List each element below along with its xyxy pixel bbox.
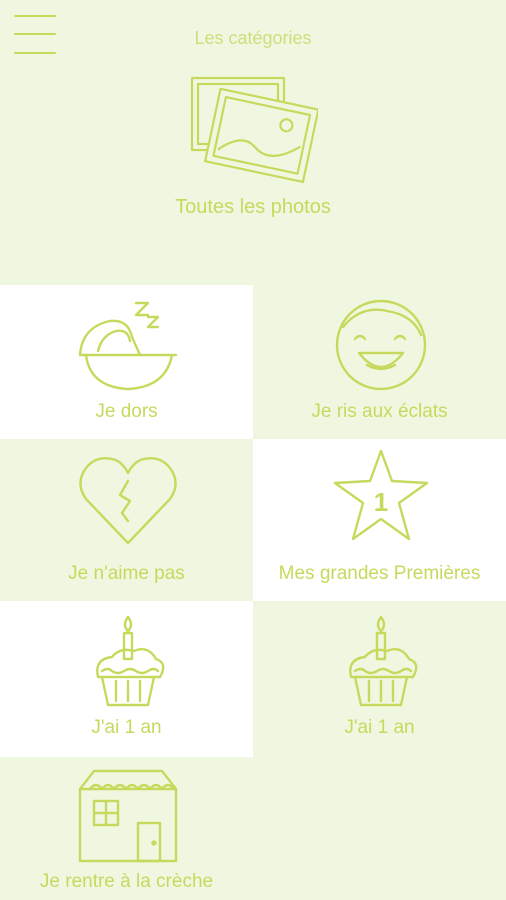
category-je-n-aime-pas[interactable]: Je n'aime pas xyxy=(0,439,253,601)
house-icon xyxy=(78,769,178,863)
category-label: Je dors xyxy=(95,401,158,422)
menu-line xyxy=(14,15,56,17)
star-number-one-icon: 1 xyxy=(333,449,429,541)
menu-line xyxy=(14,52,56,54)
birthday-cupcake-icon xyxy=(349,615,418,707)
category-je-ris-aux-eclats[interactable]: Je ris aux éclats xyxy=(253,285,506,439)
category-label: Je rentre à la crèche xyxy=(39,871,214,892)
laughing-face-icon xyxy=(335,299,427,391)
category-je-dors[interactable]: Je dors xyxy=(0,285,253,439)
category-mes-grandes-premieres[interactable]: 1 Mes grandes Premières xyxy=(253,439,506,601)
header: Les catégories xyxy=(0,0,506,70)
star-badge-number: 1 xyxy=(374,487,388,517)
broken-heart-icon xyxy=(79,457,177,545)
category-label: Mes grandes Premières xyxy=(278,563,481,584)
photos-stack-icon xyxy=(190,76,318,184)
category-label: Je n'aime pas xyxy=(68,563,185,584)
category-label: J'ai 1 an xyxy=(91,717,162,738)
category-label: J'ai 1 an xyxy=(344,717,415,738)
all-photos-category[interactable]: Toutes les photos xyxy=(140,70,366,250)
page-title: Les catégories xyxy=(194,28,312,48)
category-je-rentre-a-la-creche[interactable]: Je rentre à la crèche xyxy=(0,757,253,900)
all-photos-label: Toutes les photos xyxy=(175,196,331,218)
sleeping-cradle-icon xyxy=(78,301,178,391)
category-j-ai-1-an-2[interactable]: J'ai 1 an xyxy=(253,601,506,757)
category-j-ai-1-an[interactable]: J'ai 1 an xyxy=(0,601,253,757)
category-label: Je ris aux éclats xyxy=(311,401,448,422)
birthday-cupcake-icon xyxy=(96,615,165,707)
